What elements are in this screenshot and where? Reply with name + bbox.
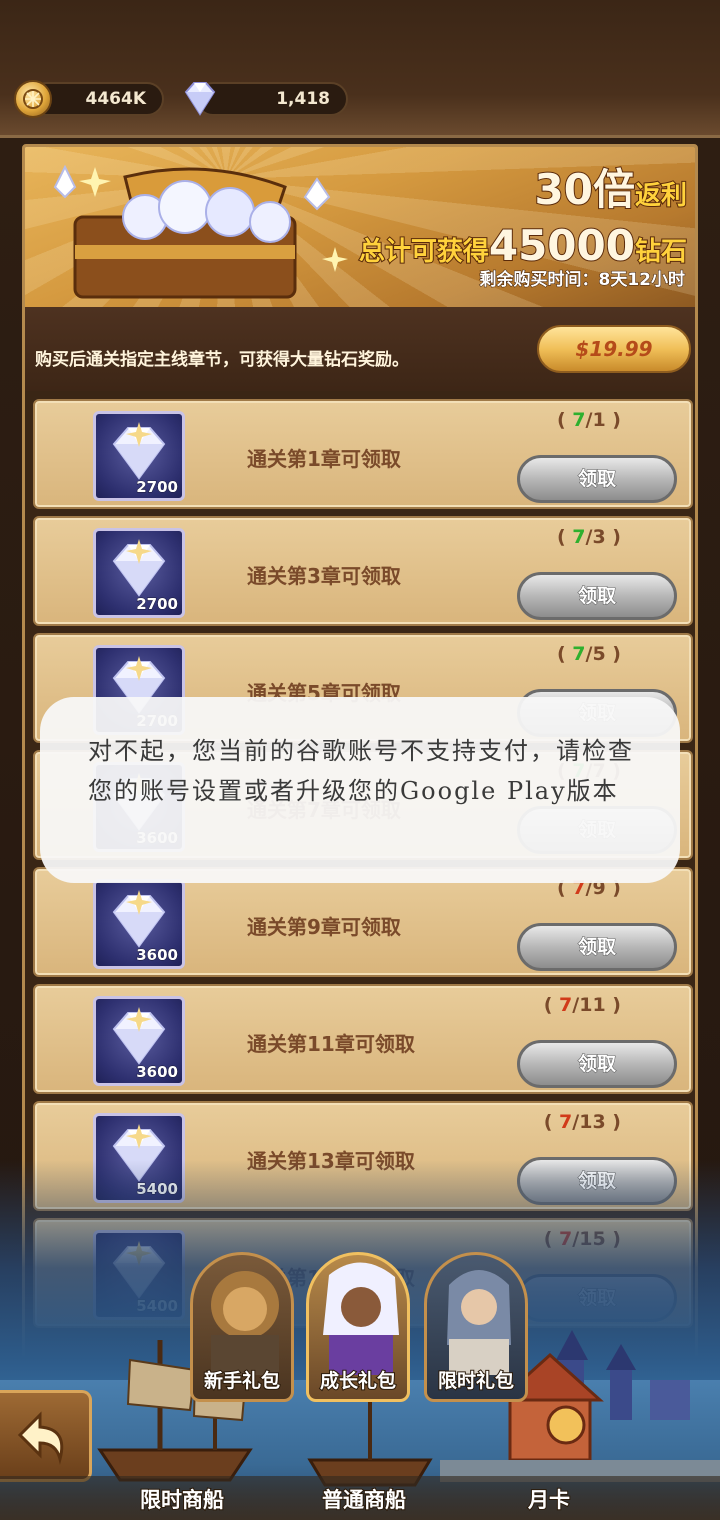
diamond-reward-card[interactable]: 2700 (93, 528, 185, 618)
tab-novice-pack[interactable]: 新手礼包 (190, 1252, 294, 1402)
claim-button[interactable]: 领取 (517, 1040, 677, 1088)
diamond-reward-card[interactable]: 3600 (93, 996, 185, 1086)
total-amount: 45000 (488, 220, 636, 271)
progress-target: 5 (592, 643, 606, 665)
gold-value: 4464K (85, 89, 147, 109)
remaining-time: 剩余购买时间：8天12小时 (479, 270, 685, 291)
chapter-progress: ( 7/3 ) (556, 526, 621, 548)
mage-hero-portrait (323, 1262, 399, 1375)
progress-current: 7 (559, 994, 573, 1016)
diamond-icon (112, 1007, 166, 1065)
claim-button[interactable]: 领取 (517, 455, 677, 503)
gold-coin-icon (14, 80, 52, 118)
reward-quantity: 2700 (136, 478, 179, 497)
toast-message: 对不起，您当前的谷歌账号不支持支付，请检查您的账号设置或者升级您的Google … (88, 737, 634, 805)
reward-quantity: 3600 (136, 946, 179, 965)
progress-target: 1 (592, 409, 606, 431)
diamond-value: 1,418 (276, 89, 330, 109)
total-reward: 总计可获得45000钻石 (358, 220, 688, 271)
progress-current: 7 (559, 1111, 573, 1133)
tab-growth-pack[interactable]: 成长礼包 (306, 1252, 410, 1402)
total-prefix: 总计可获得 (358, 236, 490, 268)
diamond-reward-card[interactable]: 2700 (93, 411, 185, 501)
buy-button[interactable]: $19.99 (537, 325, 691, 373)
claim-button[interactable]: 领取 (517, 572, 677, 620)
treasure-chest-icon (53, 164, 348, 299)
multiplier-suffix: 返利 (634, 181, 688, 211)
reward-row: 3600 通关第11章可领取 ( 7/11 ) 领取 (33, 984, 693, 1094)
nav-limited-ship[interactable]: 限时商船 (139, 1484, 225, 1514)
chapter-progress: ( 7/5 ) (556, 643, 621, 665)
progress-current: 7 (572, 643, 586, 665)
progress-target: 13 (579, 1111, 606, 1133)
claim-button[interactable]: 领取 (517, 923, 677, 971)
tab-limited-label: 限时礼包 (437, 1369, 515, 1393)
total-suffix: 钻石 (634, 236, 688, 268)
back-button[interactable] (0, 1390, 92, 1482)
diamond-icon (112, 422, 166, 480)
reward-quantity: 3600 (136, 1063, 179, 1082)
reward-row: 2700 通关第3章可领取 ( 7/3 ) 领取 (33, 516, 693, 626)
reward-condition: 通关第11章可领取 (247, 1032, 415, 1056)
progress-target: 11 (579, 994, 606, 1016)
back-arrow-icon (17, 1411, 64, 1465)
swordsman-hero-portrait (447, 1270, 511, 1375)
progress-current: 7 (572, 409, 586, 431)
diamond-icon (184, 82, 216, 116)
diamond-reward-card[interactable]: 3600 (93, 879, 185, 969)
reward-condition: 通关第1章可领取 (247, 447, 401, 471)
offer-banner: 30倍返利 总计可获得45000钻石 剩余购买时间：8天12小时 (25, 147, 695, 307)
multiplier-value: 30倍 (534, 165, 636, 214)
payment-error-toast: 对不起，您当前的谷歌账号不支持支付，请检查您的账号设置或者升级您的Google … (40, 697, 680, 883)
reward-quantity: 2700 (136, 595, 179, 614)
chapter-progress: ( 7/11 ) (543, 994, 621, 1016)
reward-condition: 通关第9章可领取 (247, 915, 401, 939)
diamond-icon (112, 539, 166, 597)
progress-current: 7 (572, 526, 586, 548)
offer-description: 购买后通关指定主线章节，可获得大量钻石奖励。 (35, 350, 409, 370)
top-bar: 4464K 1,418 (0, 0, 720, 138)
chapter-progress: ( 7/1 ) (556, 409, 621, 431)
reward-row: 3600 通关第9章可领取 ( 7/9 ) 领取 (33, 867, 693, 977)
offer-description-bar: 购买后通关指定主线章节，可获得大量钻石奖励。 $19.99 (25, 307, 695, 391)
tab-novice-label: 新手礼包 (203, 1369, 281, 1393)
tab-limited-pack[interactable]: 限时礼包 (424, 1252, 528, 1402)
tab-growth-label: 成长礼包 (319, 1369, 397, 1393)
multiplier-title: 30倍返利 (534, 168, 688, 212)
nav-normal-ship[interactable]: 普通商船 (321, 1484, 407, 1514)
reward-row: 2700 通关第1章可领取 ( 7/1 ) 领取 (33, 399, 693, 509)
lion-hero-portrait (211, 1271, 279, 1375)
reward-condition: 通关第3章可领取 (247, 564, 401, 588)
chapter-progress: ( 7/13 ) (543, 1111, 621, 1133)
progress-target: 3 (592, 526, 606, 548)
diamond-icon (112, 890, 166, 948)
nav-monthly-card[interactable]: 月卡 (527, 1484, 571, 1514)
